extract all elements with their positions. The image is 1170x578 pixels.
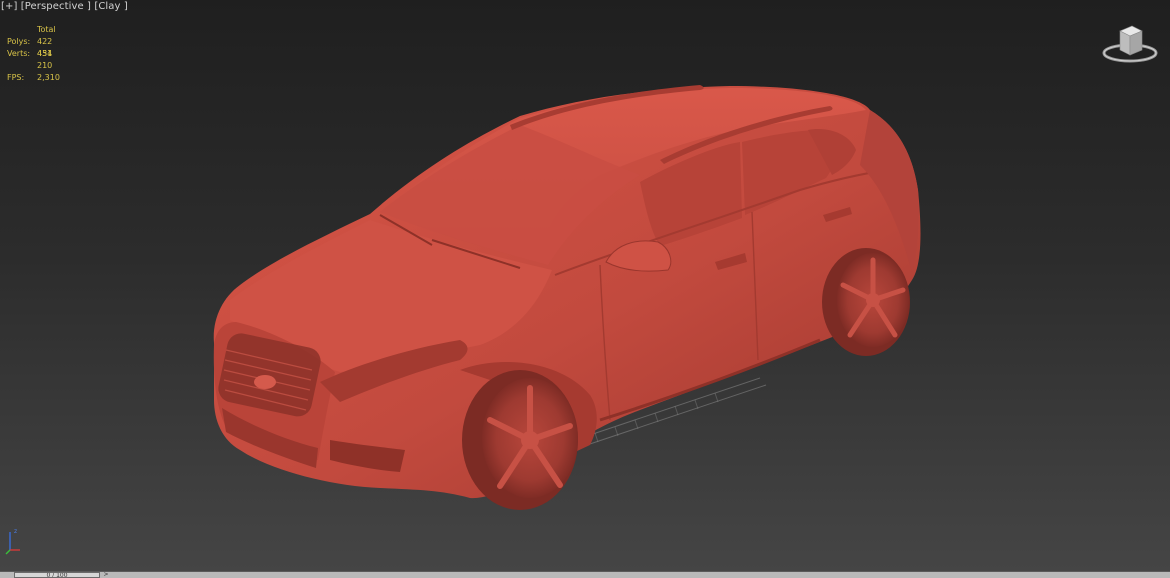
time-slider-thumb[interactable]: 0 / 100 (14, 572, 100, 578)
car-clay-model[interactable] (0, 0, 1170, 571)
axis-gizmo: z (5, 528, 20, 555)
axis-z-label: z (14, 528, 17, 535)
perspective-viewport[interactable]: [+] [Perspective ] [Clay ] Total Polys: … (0, 0, 1170, 571)
time-slider-bar[interactable]: 0 / 100 > (0, 571, 1170, 578)
next-frame-button[interactable]: > (102, 572, 110, 578)
